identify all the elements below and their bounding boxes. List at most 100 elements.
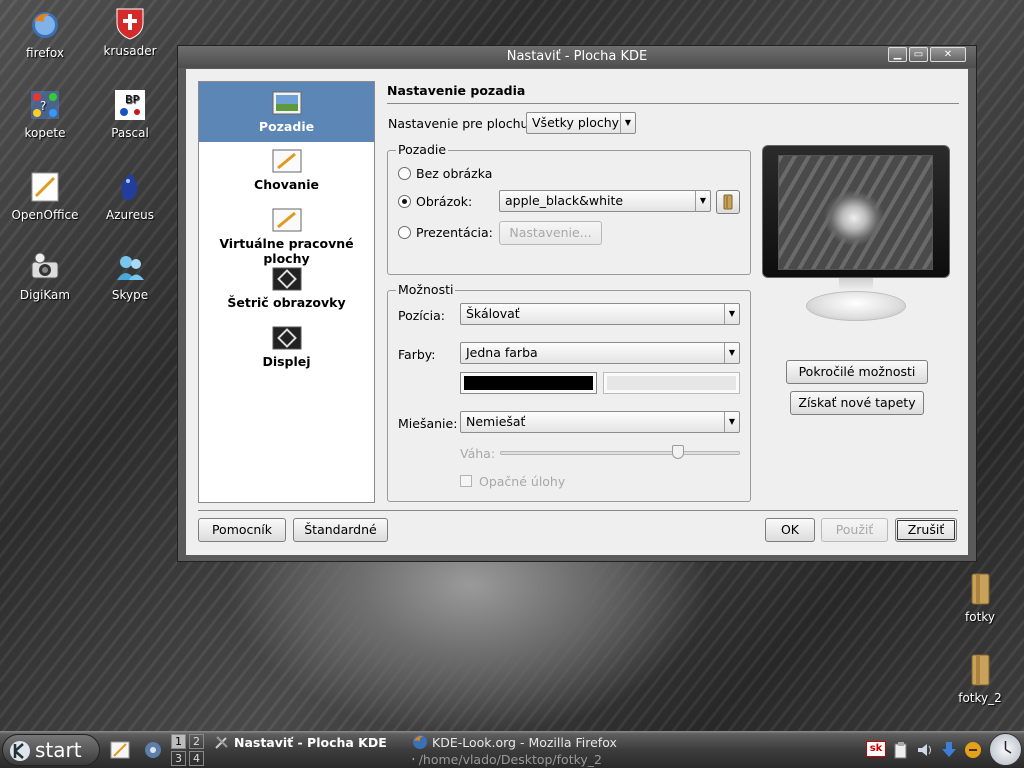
clock-hands <box>1004 741 1012 754</box>
image-label: Obrázok: <box>416 194 473 209</box>
pager-desktop-2[interactable]: 2 <box>189 734 204 749</box>
desktop-icon-fotky[interactable]: fotky <box>938 572 1022 624</box>
nav-item-label: Virtuálne pracovné plochy <box>219 236 354 266</box>
folder-icon <box>412 757 415 761</box>
desktop-icon-label: fotky <box>965 610 995 624</box>
volume-icon[interactable] <box>916 741 934 759</box>
update-notifier-icon[interactable] <box>964 741 982 759</box>
desktop-icon-azureus[interactable]: Azureus <box>88 170 172 222</box>
dialog-body: Pozadie Chovanie Virtuálne pracovné ploc… <box>186 69 968 555</box>
browse-image-button[interactable] <box>716 190 740 214</box>
wallpaper-icon <box>272 91 301 115</box>
firefox-icon <box>413 735 427 749</box>
desktop-icon-openoffice[interactable]: OpenOffice <box>3 170 87 222</box>
primary-color-fill <box>464 376 593 390</box>
nav-item-virtual-desktops[interactable]: Virtuálne pracovné plochy <box>199 208 374 266</box>
start-label: start <box>35 738 82 762</box>
desktop-icon-skype[interactable]: Skype <box>88 250 172 302</box>
position-label: Pozícia: <box>398 308 445 323</box>
chevron-down-icon: ▼ <box>620 113 635 133</box>
nav-item-screensaver[interactable]: Šetrič obrazovky <box>199 267 374 322</box>
monitor-stand-base <box>806 291 906 321</box>
chevron-down-icon: ▼ <box>695 191 710 211</box>
ok-button[interactable]: OK <box>765 518 815 542</box>
start-button[interactable]: start <box>2 734 100 766</box>
pager-desktop-1[interactable]: 1 <box>171 734 186 749</box>
reverse-roles-checkbox[interactable] <box>460 475 472 487</box>
help-button[interactable]: Pomocník <box>198 518 286 542</box>
desktop-icon-firefox[interactable]: firefox <box>3 8 87 60</box>
background-group: Pozadie Bez obrázka Obrázok: apple_black… <box>387 142 751 275</box>
nav-item-behavior[interactable]: Chovanie <box>199 149 374 204</box>
clipboard-icon[interactable] <box>892 741 910 759</box>
desktop-icon-digikam[interactable]: DigiKam <box>3 250 87 302</box>
radio-indicator <box>398 195 411 208</box>
chevron-down-icon: ▼ <box>724 412 739 432</box>
desktop-selector-value: Všetky plochy <box>532 115 620 130</box>
slideshow-settings-button[interactable]: Nastavenie... <box>499 221 602 245</box>
image-radio[interactable]: Obrázok: <box>398 194 472 209</box>
tools-icon <box>215 736 228 749</box>
balance-slider[interactable] <box>500 451 740 455</box>
desktop-selector-dropdown[interactable]: Všetky plochy ▼ <box>526 112 636 134</box>
image-dropdown[interactable]: apple_black&white ▼ <box>499 190 711 212</box>
reverse-roles-label: Opačné úlohy <box>479 474 566 489</box>
nav-item-background[interactable]: Pozadie <box>199 82 374 142</box>
get-new-wallpapers-button[interactable]: Získať nové tapety <box>790 391 924 415</box>
desktop-icon-fotky-2[interactable]: fotky_2 <box>938 653 1022 705</box>
no-image-radio[interactable]: Bez obrázka <box>398 166 492 181</box>
azureus-frog-icon <box>121 173 138 201</box>
desktop-icon-label: kopete <box>24 126 66 140</box>
settings-nav: Pozadie Chovanie Virtuálne pracovné ploc… <box>198 81 375 503</box>
position-dropdown[interactable]: Škálovať ▼ <box>460 303 740 325</box>
secondary-color-button[interactable] <box>603 372 740 394</box>
desktop-icon-pascal[interactable]: BP Pascal <box>88 88 172 140</box>
svg-text:BP: BP <box>125 93 140 106</box>
task-file-manager[interactable]: /home/vlado/Desktop/fotky_2 <box>412 751 602 767</box>
openoffice-launcher-icon[interactable] <box>110 741 130 759</box>
desktop-selector-label: Nastavenie pre plochu: <box>388 116 533 131</box>
keyboard-layout-indicator[interactable]: sk <box>866 741 886 757</box>
task-settings-window[interactable]: Nastaviť - Plocha KDE <box>214 734 387 750</box>
kde-control-center-icon[interactable] <box>143 740 163 760</box>
folder-icon <box>971 654 990 686</box>
window-controls: ▁ ▭ ✕ <box>888 47 966 62</box>
download-arrow-icon[interactable] <box>940 741 958 759</box>
openoffice-icon <box>31 172 59 202</box>
settings-window: Nastaviť - Plocha KDE ▁ ▭ ✕ Pozadie Chov… <box>177 45 977 562</box>
krusader-shield-icon <box>116 8 144 40</box>
window-titlebar[interactable]: Nastaviť - Plocha KDE ▁ ▭ ✕ <box>178 46 976 68</box>
balance-label: Váha: <box>460 446 496 461</box>
desktop-icon-krusader[interactable]: krusader <box>88 6 172 58</box>
virtual-desktops-icon <box>272 208 301 232</box>
blending-value: Nemiešať <box>466 414 526 429</box>
balance-slider-handle[interactable] <box>671 445 684 459</box>
defaults-button[interactable]: Štandardné <box>293 518 388 542</box>
desktop-icon-label: OpenOffice <box>11 208 79 222</box>
minimize-button[interactable]: ▁ <box>888 47 907 62</box>
slideshow-radio[interactable]: Prezentácia: <box>398 225 493 240</box>
maximize-button[interactable]: ▭ <box>909 47 928 62</box>
desktop-icon-label: fotky_2 <box>958 691 1002 705</box>
apply-button[interactable]: Použiť <box>821 518 888 542</box>
nav-item-display[interactable]: Displej <box>199 326 374 381</box>
background-group-title: Pozadie <box>396 142 449 157</box>
clock-icon[interactable] <box>989 733 1022 766</box>
task-firefox[interactable]: KDE-Look.org - Mozilla Firefox <box>412 734 617 750</box>
preview-screen <box>778 155 933 270</box>
primary-color-button[interactable] <box>460 372 597 394</box>
radio-indicator <box>398 167 411 180</box>
advanced-options-button[interactable]: Pokročilé možnosti <box>786 360 928 384</box>
cancel-button[interactable]: Zrušiť <box>895 518 957 542</box>
chevron-down-icon: ▼ <box>724 304 739 324</box>
close-button[interactable]: ✕ <box>930 47 966 62</box>
colors-dropdown[interactable]: Jedna farba ▼ <box>460 342 740 364</box>
window-title: Nastaviť - Plocha KDE <box>506 49 648 64</box>
pager-desktop-3[interactable]: 3 <box>171 751 186 766</box>
nav-item-label: Šetrič obrazovky <box>227 295 346 310</box>
slideshow-label: Prezentácia: <box>416 225 493 240</box>
desktop-icon-label: Pascal <box>111 126 149 140</box>
desktop-icon-kopete[interactable]: ? kopete <box>3 88 87 140</box>
pager-desktop-4[interactable]: 4 <box>189 751 204 766</box>
blending-dropdown[interactable]: Nemiešať ▼ <box>460 411 740 433</box>
